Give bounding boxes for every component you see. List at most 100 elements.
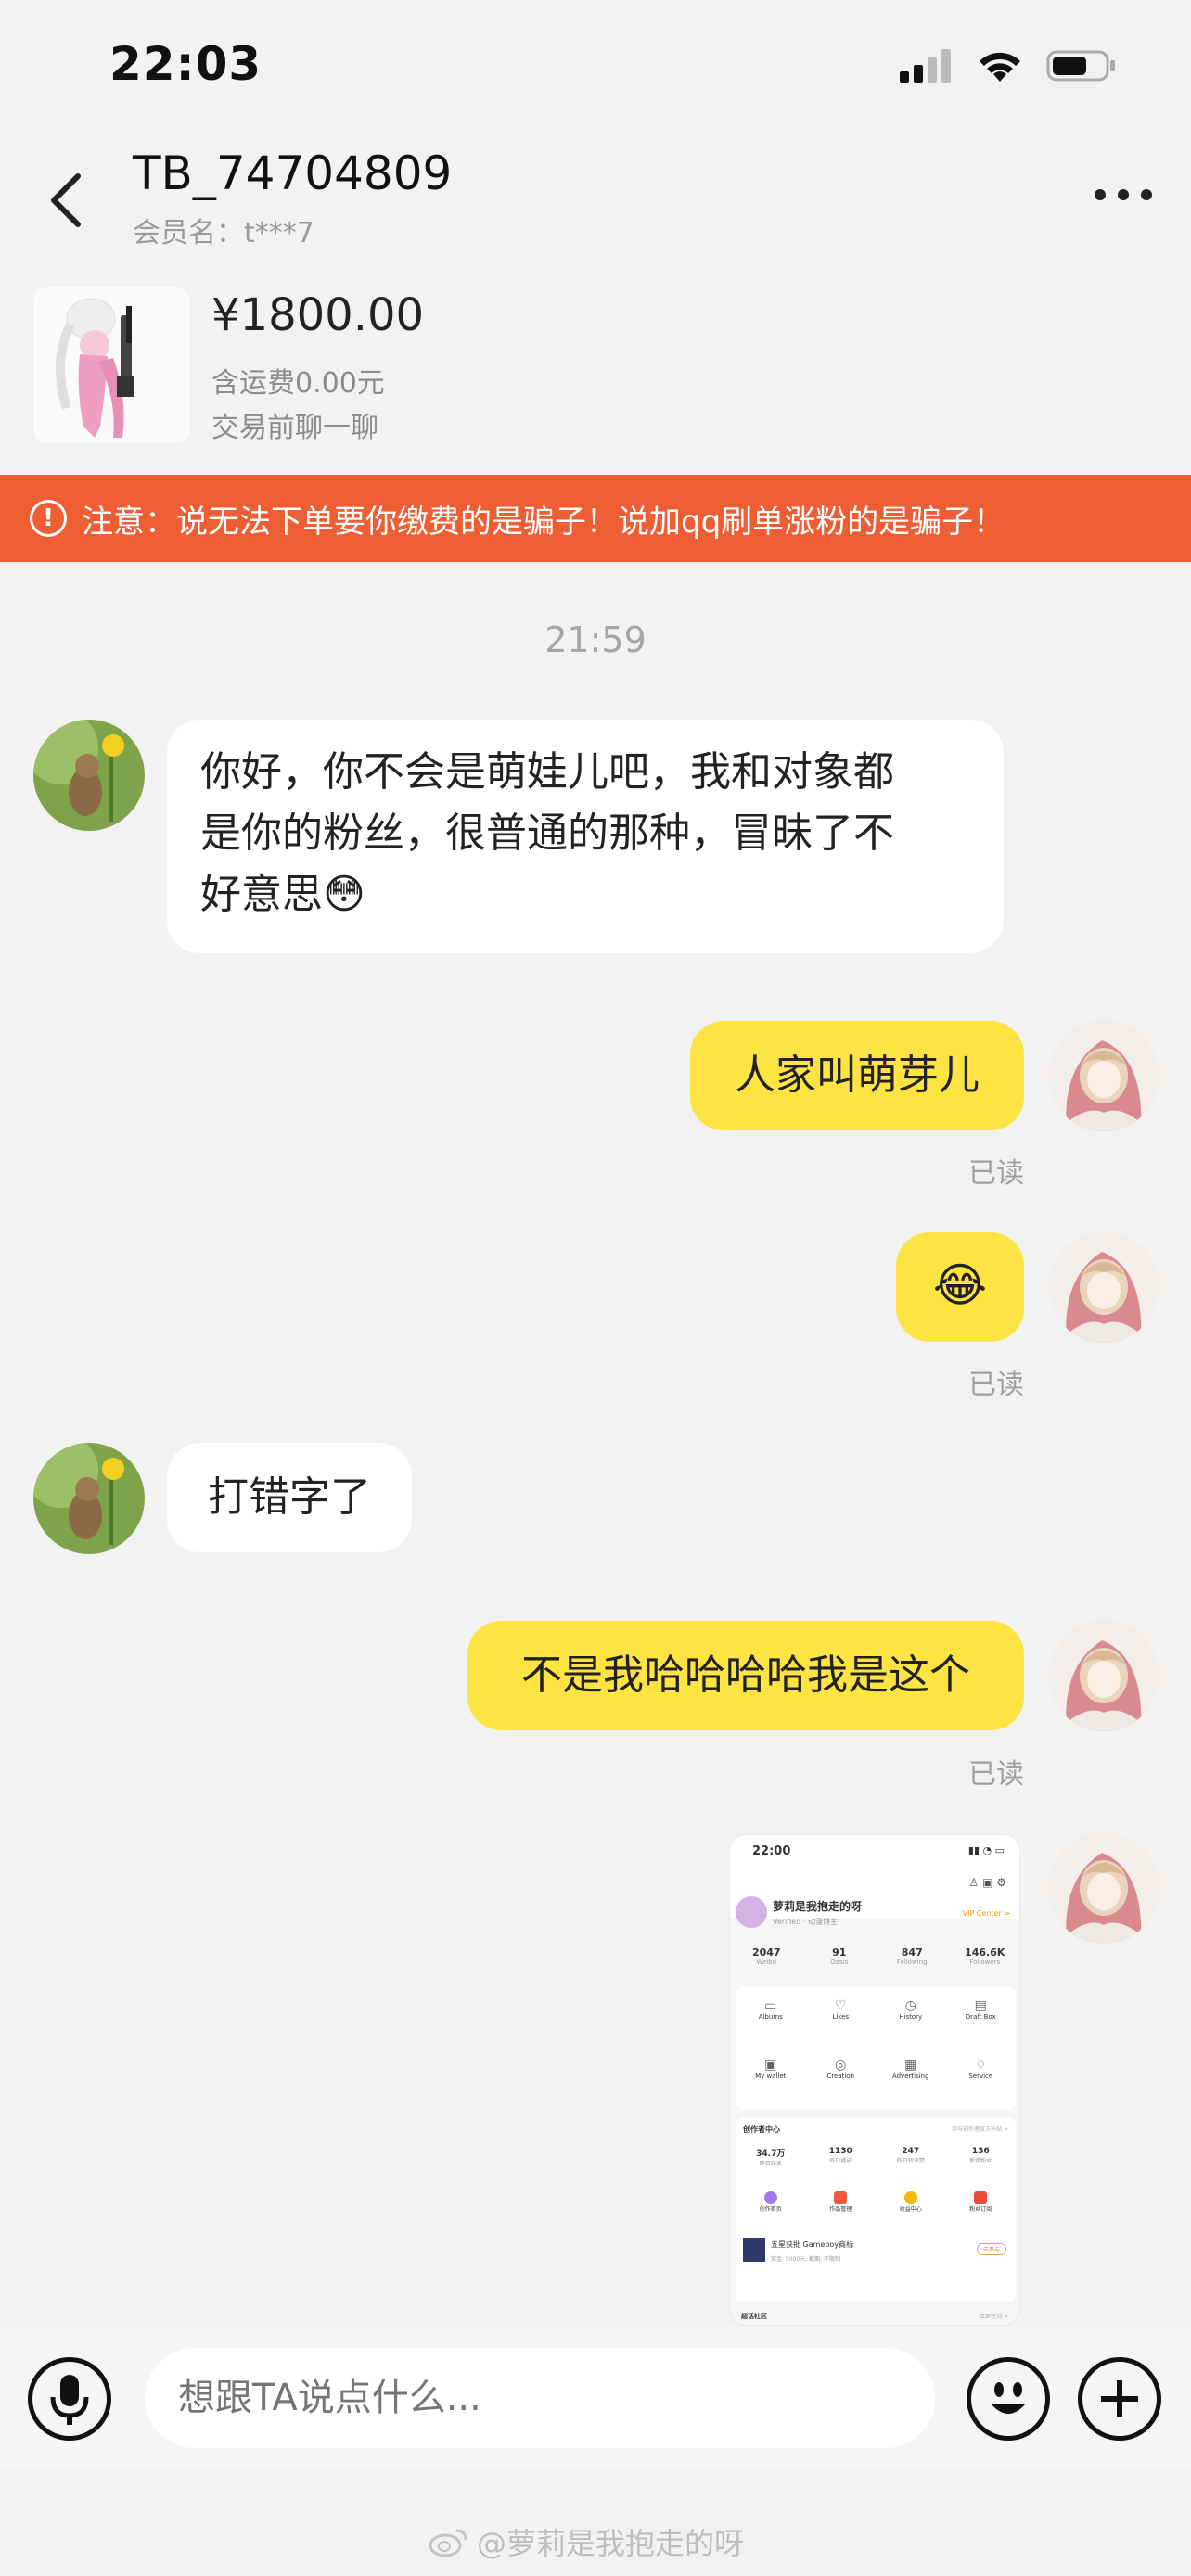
shot-tool-icon [763,2191,777,2204]
shot-grid-icon: ▣ [764,2058,777,2072]
shot-grid-item: ◷ History [876,1987,946,2048]
sent-screenshot-image[interactable]: 22:00 ▮▮ ◔ ▭ ♙ ▣ ⚙ 萝莉是我抱走的呀 Verified · 动… [729,1834,1020,2326]
shot-tool: 创作首页 [736,2191,806,2213]
anime-girl-avatar-image [1048,1231,1159,1343]
signal-icon [900,49,951,83]
wifi-icon [980,52,1020,82]
back-arrow-icon[interactable] [37,158,93,241]
shot-grid-icon: ▤ [974,1998,987,2013]
shot-tool-icon [903,2191,917,2204]
shot-grid-label: Advertising [891,2072,929,2080]
smiley-icon [992,2382,1025,2414]
product-thumbnail[interactable] [33,287,189,443]
exclamation-icon: ! [30,500,67,537]
shot-stat-label: Followers [969,1958,1001,1966]
shot-grid-item: ▦ Advertising [876,2048,946,2110]
member-name: 会员名：t***7 [133,217,314,249]
shot-creator-stat: 1130 昨日播放 [806,2147,877,2167]
shot-tool: 收益中心 [876,2191,946,2213]
shot-creator-stat-label: 昨日阅读 [759,2161,782,2167]
shipping-fee: 含运费0.00元 [211,367,385,400]
shot-creator-stat-label: 昨日播放 [829,2158,852,2164]
shot-grid-item: ♡ Likes [806,1987,877,2048]
add-attachment-button[interactable] [1078,2357,1161,2441]
warning-text: 注意：说无法下单要你缴费的是骗子！说加qq刷单涨粉的是骗子！ [82,503,1005,541]
shot-grid-icon: ▦ [904,2058,917,2072]
message-input[interactable] [145,2348,935,2448]
weibo-watermark: @萝莉是我抱走的呀 [429,2520,744,2563]
my-avatar[interactable] [1048,1832,1159,1944]
read-receipt: 已读 [968,1369,1024,1401]
message-bubble-received[interactable]: 你好，你不会是萌娃儿吧，我和对象都 是你的粉丝，很普通的那种，冒昧了不 好意思😳 [167,720,1004,953]
message-line: 好意思😳 [200,871,365,918]
shot-tool: 作品管理 [806,2191,877,2213]
battery-icon [1046,50,1115,82]
voice-button[interactable] [28,2357,111,2441]
squirrel-flower-avatar-image [33,1443,145,1554]
squirrel-flower-avatar-image [33,720,145,831]
chat-timestamp: 21:59 [544,619,647,660]
shot-creator-title: 创作者中心 [743,2125,780,2134]
shot-promo-button: 去参与 [976,2243,1006,2255]
shot-time: 22:00 [752,1844,791,1858]
shot-stat-label: Weibo [756,1958,777,1966]
my-avatar[interactable] [1048,1231,1159,1343]
status-icons [900,45,1117,87]
shot-grid-item: ▣ My wallet [736,2048,806,2110]
shot-promo-sub: 奖金: 5000元, 截期: 不限制 [771,2256,840,2263]
other-avatar[interactable] [33,720,145,831]
shot-grid-item: ◎ Creation [806,2048,877,2110]
shot-creator-stat: 34.7万 昨日阅读 [736,2147,806,2167]
shot-creator-stat-label: 新增粉丝 [969,2158,992,2164]
product-price: ¥1800.00 [211,289,425,341]
shot-status-icons: ▮▮ ◔ ▭ [967,1844,1005,1856]
shot-tool-label: 创作首页 [759,2206,782,2213]
shot-grid-item: ▭ Albums [736,1987,806,2048]
shot-tool-label: 作品管理 [829,2206,852,2213]
message-bubble-received[interactable]: 打错字了 [167,1443,412,1552]
shot-creator-center: 创作者中心 参与创作者官方补贴 > 34.7万 昨日阅读 1130 昨日播放 247… [736,2117,1016,2302]
product-card[interactable]: ¥1800.00 含运费0.00元 交易前聊一聊 [0,269,1191,473]
contact-name: TB_74704809 [133,147,453,200]
shot-stat-value: 2047 [751,1946,781,1958]
watermark-text: @萝莉是我抱走的呀 [477,2526,745,2561]
shot-grid-label: Draft Box [965,2013,996,2021]
message-bubble-sent[interactable]: 不是我哈哈哈哈我是这个 [467,1621,1024,1730]
shot-creator-link: 参与创作者官方补贴 > [952,2126,1008,2133]
shot-stat-value: 847 [901,1946,923,1958]
shot-creator-stat-value: 1130 [828,2147,852,2156]
shot-creator-stat: 136 新增粉丝 [946,2147,1017,2167]
microphone-icon [50,2375,89,2425]
shot-creator-stat-value: 247 [902,2147,920,2156]
chat-before-trade: 交易前聊一聊 [211,412,378,444]
shot-stat: 847 Following [876,1946,949,1980]
my-avatar[interactable] [1048,1620,1159,1731]
chat-input-bar [0,2327,1191,2467]
shot-tool-label: 收益中心 [899,2206,922,2213]
read-receipt: 已读 [968,1758,1024,1791]
more-options-icon[interactable] [1091,176,1156,213]
shot-tool-icon [974,2191,988,2204]
shot-creator-stat-value: 136 [971,2147,990,2156]
shot-grid-label: My wallet [755,2072,787,2080]
emoji-button[interactable] [967,2357,1050,2441]
shot-avatar [736,1896,767,1928]
shot-stats: 2047 Weibo 91 Oasis 847 Following 146.6K Fol… [730,1946,1020,1980]
message-line: 你好，你不会是萌娃儿吧，我和对象都 [200,748,894,796]
shot-grid-label: Albums [758,2013,783,2021]
shot-grid-icon: ◎ [835,2058,847,2072]
shot-stat: 2047 Weibo [730,1946,803,1980]
message-bubble-sent[interactable]: 😂 [896,1232,1024,1342]
message-bubble-sent[interactable]: 人家叫萌芽儿 [690,1021,1024,1130]
shot-verified: Verified · 动漫博主 [773,1918,838,1926]
shot-grid-item: ♢ Service [946,2048,1017,2110]
shot-stat: 146.6K Followers [949,1946,1020,1980]
other-avatar[interactable] [33,1443,145,1554]
anime-girl-avatar-image [1048,1020,1159,1131]
status-time: 22:03 [109,37,263,91]
read-receipt: 已读 [968,1157,1024,1190]
plus-icon [1101,2380,1138,2417]
shot-grid-label: Likes [832,2013,850,2021]
my-avatar[interactable] [1048,1020,1159,1131]
shot-header-icons: ♙ ▣ ⚙ [968,1876,1006,1889]
